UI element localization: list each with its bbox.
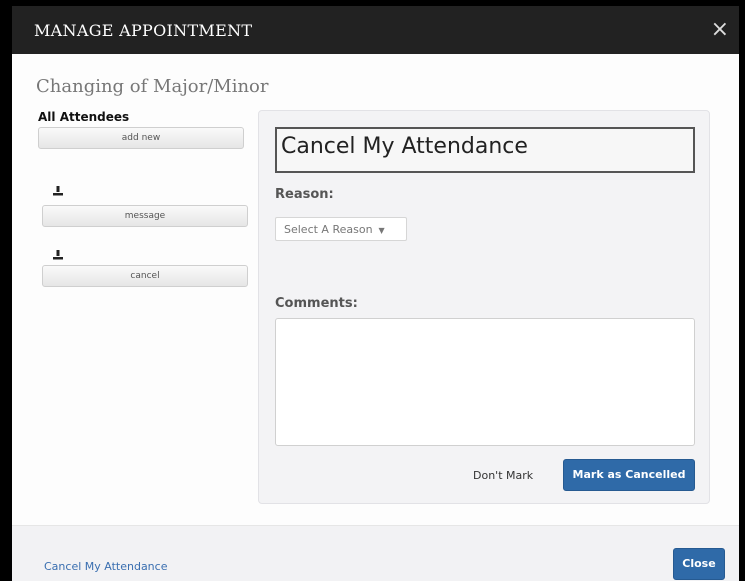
comments-label: Comments:	[275, 296, 358, 311]
cancel-button[interactable]: cancel	[42, 265, 248, 287]
person-icon	[53, 250, 63, 260]
reason-label: Reason:	[275, 187, 334, 202]
comments-field[interactable]	[275, 318, 695, 446]
add-new-button[interactable]: add new	[38, 127, 244, 149]
reason-select[interactable]: Select A Reason ▼	[275, 217, 407, 241]
close-button[interactable]: Close	[673, 548, 725, 580]
close-icon[interactable]: ×	[711, 19, 729, 41]
message-button[interactable]: message	[42, 205, 248, 227]
appointment-subject: Changing of Major/Minor	[36, 76, 269, 97]
modal-header: MANAGE APPOINTMENT ×	[12, 6, 739, 54]
chevron-down-icon: ▼	[378, 226, 385, 235]
cancel-my-attendance-link[interactable]: Cancel My Attendance	[44, 560, 167, 573]
dont-mark-button[interactable]: Don't Mark	[473, 469, 533, 482]
person-icon	[53, 186, 63, 196]
reason-select-value: Select A Reason	[284, 223, 373, 236]
panel-title: Cancel My Attendance	[275, 127, 695, 173]
cancel-attendance-panel: Cancel My Attendance Reason: Select A Re…	[258, 110, 710, 504]
attendees-column: All Attendees add new message cancel	[38, 110, 250, 287]
modal-footer: Cancel My Attendance Close	[12, 525, 739, 581]
attendees-heading: All Attendees	[38, 110, 130, 124]
modal-title: MANAGE APPOINTMENT	[34, 20, 253, 40]
mark-as-cancelled-button[interactable]: Mark as Cancelled	[563, 459, 695, 491]
manage-appointment-modal: MANAGE APPOINTMENT × Changing of Major/M…	[12, 6, 739, 581]
